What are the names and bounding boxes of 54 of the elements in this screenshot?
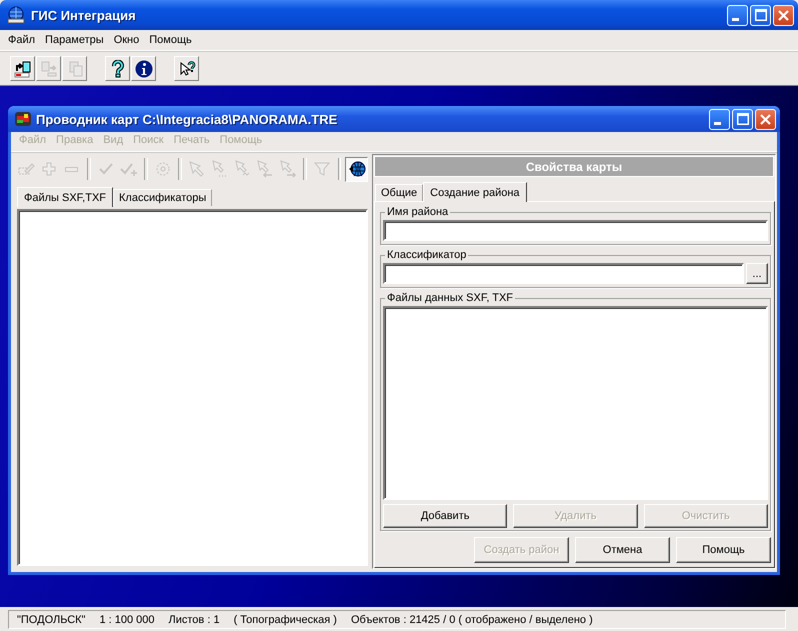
group-label: Классификатор — [386, 250, 468, 261]
close-button[interactable] — [773, 4, 794, 26]
pointer-right-arrow-icon — [278, 160, 297, 178]
pointer-left-arrow-icon — [256, 160, 274, 178]
maximize-icon — [754, 9, 766, 21]
tab[interactable]: Файлы SXF,TXF — [17, 187, 114, 207]
status-text: ( Топографическая ) — [234, 614, 337, 626]
group-label: Файлы данных SXF, TXF — [386, 293, 514, 304]
status-text: "ПОДОЛЬСК" — [17, 614, 86, 626]
globe-app-icon — [6, 6, 26, 24]
panel-header: Свойства карты — [374, 156, 774, 177]
minimize-button[interactable] — [709, 108, 730, 130]
minimize-button[interactable] — [727, 4, 748, 26]
tab[interactable]: Классификаторы — [113, 189, 212, 206]
plus-icon — [40, 160, 58, 178]
tab[interactable]: Общие — [375, 184, 424, 201]
menu-item[interactable]: Параметры — [40, 34, 109, 46]
close-icon — [760, 114, 771, 124]
menu-item[interactable]: Окно — [108, 34, 144, 46]
funnel-icon — [313, 160, 332, 178]
info-icon — [134, 60, 152, 78]
close-icon — [778, 10, 789, 20]
browse-button[interactable]: ... — [746, 263, 768, 284]
maximize-icon — [736, 113, 748, 125]
group-label: Имя района — [386, 207, 450, 218]
document-arrow-icon — [14, 60, 32, 78]
status-text: 1 : 100 000 — [99, 614, 155, 626]
menu-item[interactable]: Помощь — [144, 34, 197, 46]
maximize-button[interactable] — [750, 4, 771, 26]
pointer-icon — [188, 160, 206, 178]
map-explorer-icon — [14, 111, 32, 127]
tab[interactable]: Создание района — [423, 182, 527, 202]
dialog-button[interactable]: Помощь — [676, 537, 771, 563]
menu-item[interactable]: Файл — [3, 34, 40, 46]
toolbar-button[interactable] — [345, 156, 368, 182]
input-field[interactable] — [383, 263, 744, 284]
files-button[interactable]: Добавить — [383, 504, 508, 528]
globe-icon — [348, 160, 366, 178]
app-title: ГИС Интеграция — [31, 8, 136, 22]
close-button[interactable] — [755, 108, 776, 130]
file-list[interactable] — [383, 306, 768, 500]
minimize-icon — [732, 18, 739, 20]
minus-icon — [65, 166, 78, 172]
status-text: Объектов : 21425 / 0 ( отображено / выделено ) — [350, 614, 593, 626]
pointer-wave-icon — [234, 160, 252, 178]
status-text: Листов : 1 — [168, 614, 220, 626]
dotted-circle-icon — [154, 160, 172, 178]
copy-icon — [40, 60, 58, 78]
pointer-help-icon — [178, 60, 196, 78]
dialog-button[interactable]: Отмена — [575, 537, 670, 563]
minimize-icon — [714, 122, 721, 124]
window-title: Проводник карт C:\Integracia8\PANORAMA.TRE — [36, 112, 338, 126]
input-field[interactable] — [383, 220, 768, 241]
maximize-button[interactable] — [732, 108, 753, 130]
